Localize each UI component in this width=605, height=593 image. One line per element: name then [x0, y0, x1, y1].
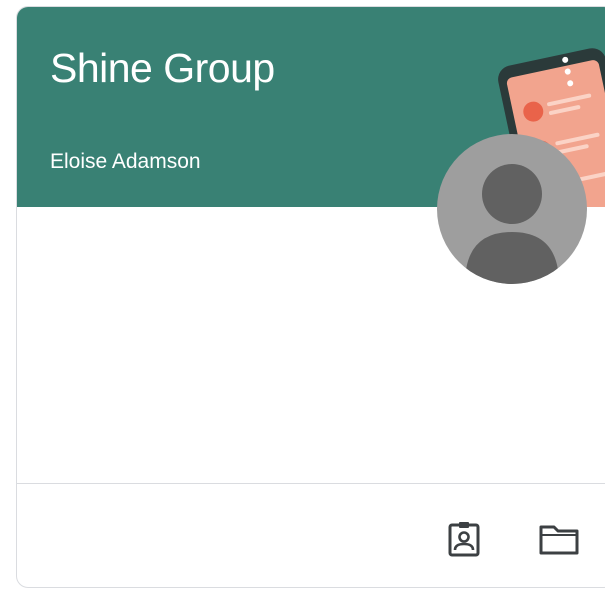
assignment-ind-icon — [448, 522, 480, 557]
class-title[interactable]: Shine Group — [50, 45, 275, 92]
footer-divider — [17, 483, 605, 484]
class-card[interactable]: Shine Group Eloise Adamson — [16, 6, 605, 588]
teacher-avatar — [437, 134, 587, 284]
person-icon — [465, 164, 559, 284]
open-your-work-button[interactable] — [442, 517, 486, 561]
open-folder-button[interactable] — [537, 517, 581, 561]
folder-icon — [539, 525, 579, 555]
teacher-name: Eloise Adamson — [50, 150, 201, 173]
